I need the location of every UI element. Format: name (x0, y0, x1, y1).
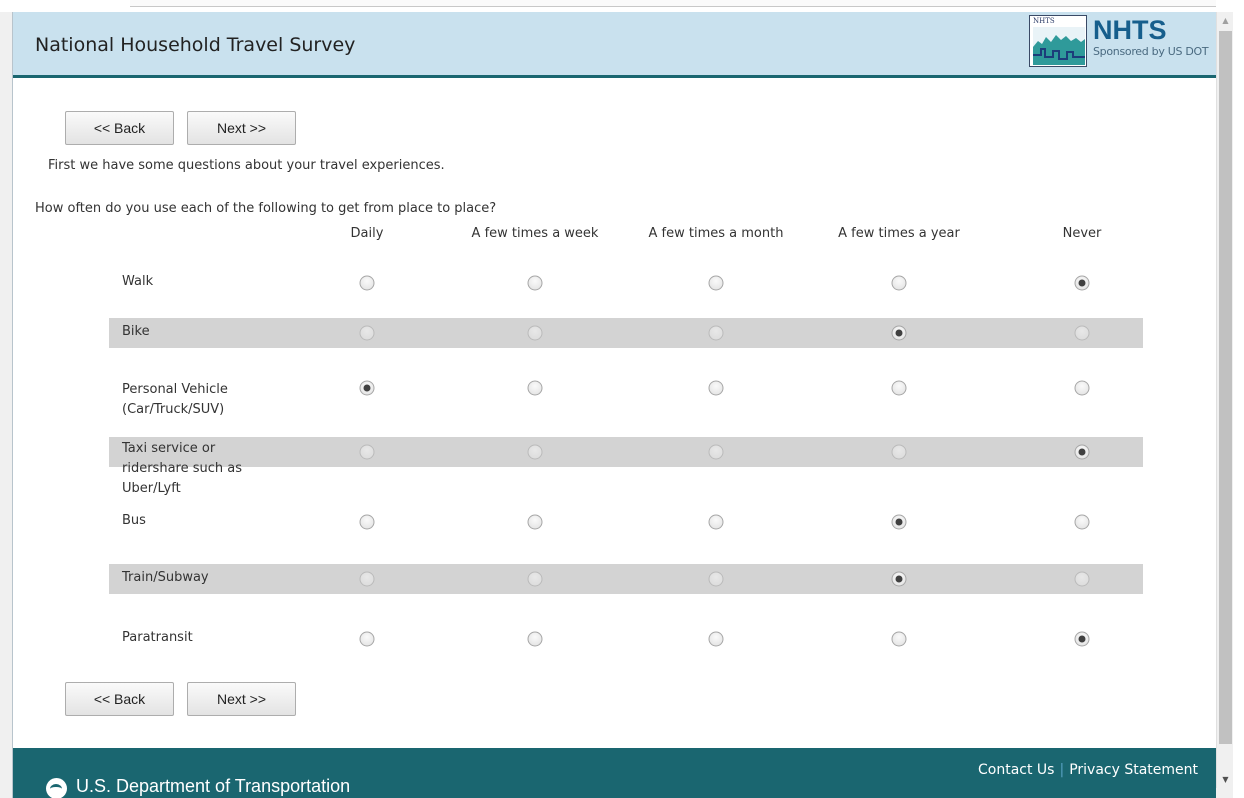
grid-row-walk: Walk (109, 268, 1143, 298)
vertical-scrollbar[interactable]: ▲ ▼ (1216, 12, 1233, 788)
grid-row-bus: Bus (109, 507, 1143, 537)
scroll-up-icon[interactable]: ▲ (1217, 12, 1234, 29)
row-label: Taxi service or ridershare such as Uber/… (122, 441, 242, 496)
dot-logo-icon (46, 778, 67, 798)
radio-paratransit-a-few-times-a-month[interactable] (708, 631, 724, 647)
row-label: Bike (122, 324, 150, 339)
row-label: Paratransit (122, 630, 193, 645)
column-header-a-few-times-a-week: A few times a week (471, 226, 599, 241)
radio-taxi-service-or-ridershare-such-as-uber-lyft-daily[interactable] (359, 444, 375, 460)
row-label: Walk (122, 274, 154, 289)
grid-row-personal-vehicle-car-truck-suv: Personal Vehicle (Car/Truck/SUV) (109, 378, 1143, 417)
logo-text: NHTS Sponsored by US DOT (1093, 15, 1209, 58)
back-button-bottom[interactable]: << Back (65, 682, 174, 716)
column-header-never: Never (1062, 226, 1102, 241)
intro-text: First we have some questions about your … (48, 158, 445, 173)
skyline-icon (1033, 27, 1085, 65)
tab-edge (130, 0, 1216, 7)
grid-row-paratransit: Paratransit (109, 624, 1143, 654)
logo-name: NHTS (1093, 15, 1167, 45)
radio-train-subway-a-few-times-a-month[interactable] (708, 571, 724, 587)
radio-bus-a-few-times-a-year[interactable] (891, 514, 907, 530)
radio-bus-never[interactable] (1074, 514, 1090, 530)
radio-personal-vehicle-car-truck-suv-a-few-times-a-year[interactable] (891, 380, 907, 396)
radio-paratransit-a-few-times-a-year[interactable] (891, 631, 907, 647)
radio-personal-vehicle-car-truck-suv-a-few-times-a-month[interactable] (708, 380, 724, 396)
radio-taxi-service-or-ridershare-such-as-uber-lyft-a-few-times-a-month[interactable] (708, 444, 724, 460)
radio-personal-vehicle-car-truck-suv-a-few-times-a-week[interactable] (527, 380, 543, 396)
next-button-top[interactable]: Next >> (187, 111, 296, 145)
site-header: National Household Travel Survey NHTS NH… (13, 12, 1216, 78)
nhts-logo[interactable]: NHTS NHTS Sponsored by US DOT (1029, 15, 1209, 67)
radio-paratransit-never[interactable] (1074, 631, 1090, 647)
column-header-daily: Daily (350, 226, 384, 241)
footer-separator: | (1059, 762, 1065, 778)
radio-bike-a-few-times-a-week[interactable] (527, 325, 543, 341)
radio-bike-daily[interactable] (359, 325, 375, 341)
back-button-top[interactable]: << Back (65, 111, 174, 145)
grid-row-bike: Bike (109, 318, 1143, 348)
scroll-down-icon[interactable]: ▼ (1217, 771, 1234, 788)
radio-paratransit-a-few-times-a-week[interactable] (527, 631, 543, 647)
next-button-bottom[interactable]: Next >> (187, 682, 296, 716)
grid-row-taxi-service-or-ridershare-such-as-uber-lyft: Taxi service or ridershare such as Uber/… (109, 437, 1143, 496)
logo-small-text: NHTS (1033, 17, 1055, 25)
radio-taxi-service-or-ridershare-such-as-uber-lyft-a-few-times-a-week[interactable] (527, 444, 543, 460)
nhts-skyline-logo: NHTS (1029, 15, 1087, 67)
radio-train-subway-daily[interactable] (359, 571, 375, 587)
contact-us-link[interactable]: Contact Us (978, 762, 1054, 778)
radio-walk-a-few-times-a-year[interactable] (891, 275, 907, 291)
radio-walk-a-few-times-a-month[interactable] (708, 275, 724, 291)
radio-bus-a-few-times-a-month[interactable] (708, 514, 724, 530)
column-header-a-few-times-a-year: A few times a year (838, 226, 960, 241)
column-header-a-few-times-a-month: A few times a month (648, 226, 784, 241)
radio-bike-a-few-times-a-month[interactable] (708, 325, 724, 341)
row-label: Bus (122, 513, 146, 528)
question-text: How often do you use each of the followi… (35, 201, 497, 216)
radio-bike-a-few-times-a-year[interactable] (891, 325, 907, 341)
radio-paratransit-daily[interactable] (359, 631, 375, 647)
site-footer: U.S. Department of Transportation Contac… (13, 748, 1216, 798)
grid-row-train-subway: Train/Subway (109, 564, 1143, 594)
page-title: National Household Travel Survey (35, 34, 356, 56)
browser-top-frame (0, 0, 1244, 12)
radio-personal-vehicle-car-truck-suv-daily[interactable] (359, 380, 375, 396)
footer-links: Contact Us | Privacy Statement (978, 762, 1198, 778)
logo-sponsor: Sponsored by US DOT (1093, 45, 1209, 58)
radio-train-subway-a-few-times-a-week[interactable] (527, 571, 543, 587)
radio-train-subway-never[interactable] (1074, 571, 1090, 587)
privacy-statement-link[interactable]: Privacy Statement (1069, 762, 1198, 778)
radio-bike-never[interactable] (1074, 325, 1090, 341)
radio-taxi-service-or-ridershare-such-as-uber-lyft-a-few-times-a-year[interactable] (891, 444, 907, 460)
row-label: Train/Subway (122, 570, 209, 585)
radio-train-subway-a-few-times-a-year[interactable] (891, 571, 907, 587)
radio-walk-never[interactable] (1074, 275, 1090, 291)
radio-personal-vehicle-car-truck-suv-never[interactable] (1074, 380, 1090, 396)
radio-walk-a-few-times-a-week[interactable] (527, 275, 543, 291)
scrollbar-thumb[interactable] (1219, 31, 1232, 744)
department-name: U.S. Department of Transportation (76, 776, 351, 796)
row-label: Personal Vehicle (Car/Truck/SUV) (122, 382, 228, 417)
radio-bus-a-few-times-a-week[interactable] (527, 514, 543, 530)
page-viewport: National Household Travel Survey NHTS NH… (12, 12, 1216, 798)
radio-bus-daily[interactable] (359, 514, 375, 530)
radio-walk-daily[interactable] (359, 275, 375, 291)
browser-right-frame (1233, 12, 1244, 798)
radio-taxi-service-or-ridershare-such-as-uber-lyft-never[interactable] (1074, 444, 1090, 460)
